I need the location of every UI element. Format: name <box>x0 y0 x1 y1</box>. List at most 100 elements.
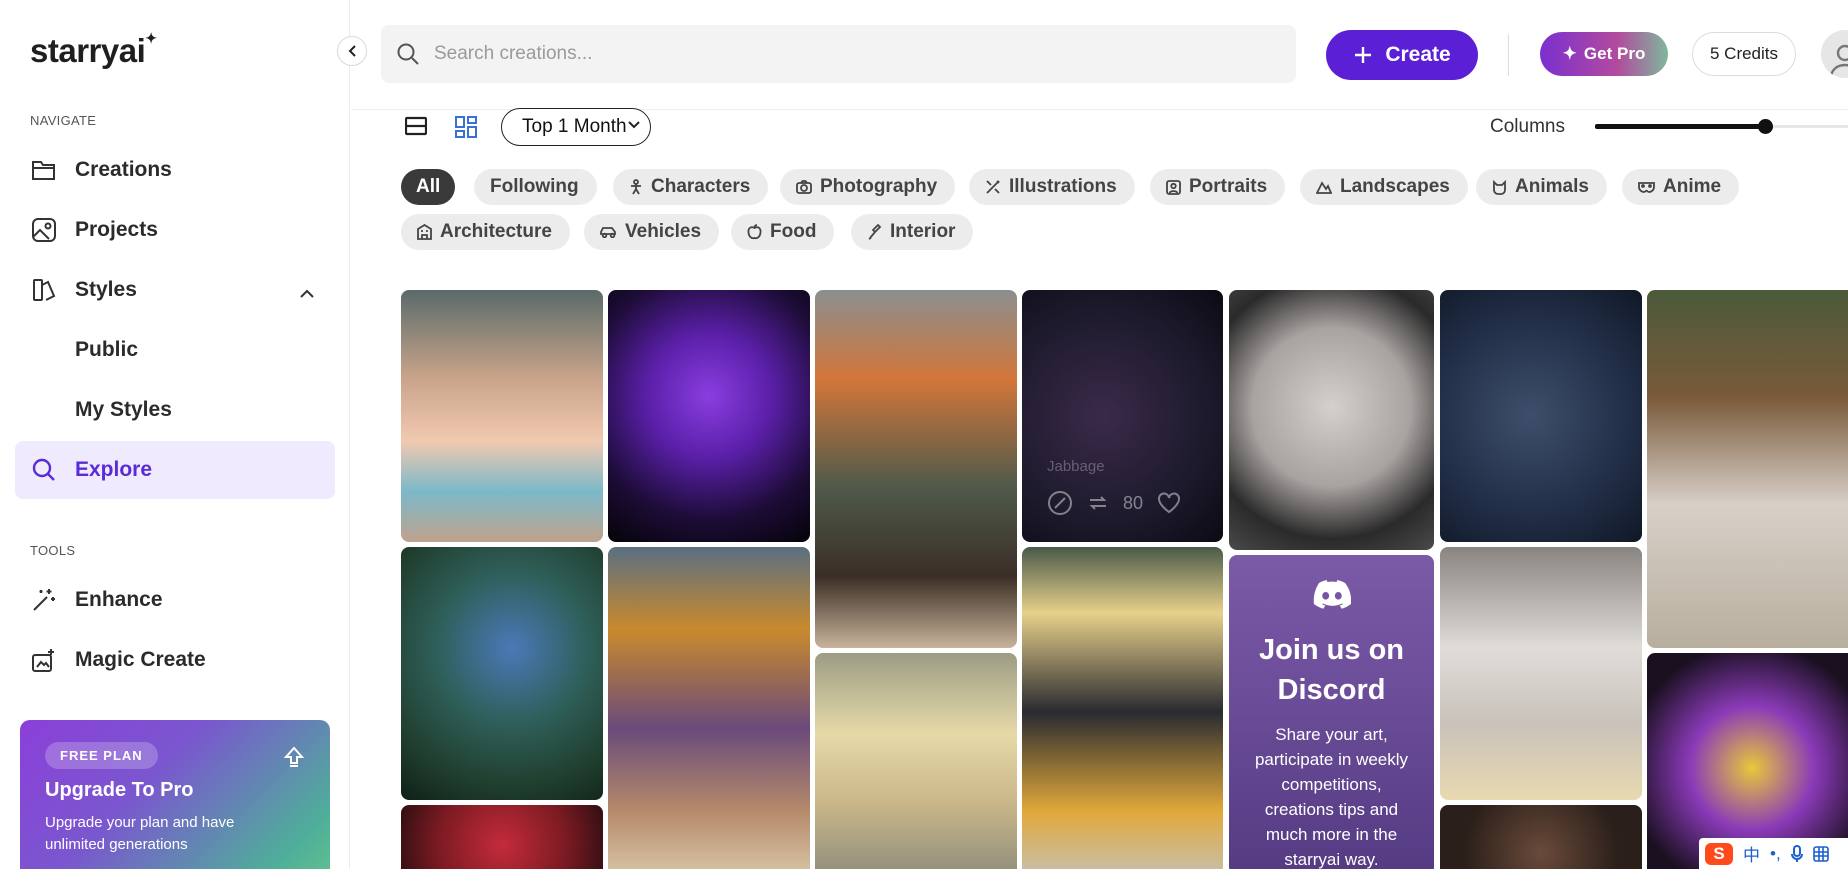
filter-chip-illustrations[interactable]: Illustrations <box>969 169 1135 205</box>
sidebar-item-public[interactable]: Public <box>15 321 335 379</box>
gallery-image-anime-catgirl[interactable] <box>401 290 603 542</box>
building-icon <box>417 224 432 240</box>
logo-text: starryai <box>30 32 146 69</box>
cat-icon <box>1493 179 1506 195</box>
apple-icon <box>747 224 762 240</box>
filter-chip-architecture[interactable]: Architecture <box>401 214 570 250</box>
mask-icon <box>1638 182 1655 193</box>
chip-label: Photography <box>820 176 938 197</box>
sidebar-item-magic-create[interactable]: Magic Create <box>15 631 335 689</box>
punctuation-icon[interactable]: •, <box>1770 844 1781 864</box>
sidebar-item-label: Projects <box>75 218 158 241</box>
sidebar-item-enhance[interactable]: Enhance <box>15 571 335 629</box>
credits-button[interactable]: 5 Credits <box>1692 32 1796 76</box>
mountain-icon <box>1316 181 1332 194</box>
microphone-icon[interactable] <box>1790 844 1803 863</box>
brush-icon <box>986 180 1000 194</box>
gallery-image-orchid-branch[interactable] <box>1440 290 1642 542</box>
filter-chip-anime[interactable]: Anime <box>1622 169 1740 205</box>
collapse-sidebar-button[interactable] <box>337 36 367 66</box>
get-pro-button[interactable]: ✦ Get Pro <box>1540 32 1668 76</box>
remix-icon[interactable] <box>1087 492 1109 514</box>
gallery-image-purple-flower[interactable] <box>608 290 810 542</box>
ime-toolbar[interactable]: S 中 •, <box>1699 838 1848 869</box>
chip-label: Illustrations <box>1009 176 1117 197</box>
search-bar[interactable] <box>381 25 1296 83</box>
upgrade-card[interactable]: FREE PLAN Upgrade To Pro Upgrade your pl… <box>20 720 330 869</box>
create-label: Create <box>1385 43 1451 66</box>
chip-label: Food <box>770 221 817 242</box>
gallery-image-blonde-portrait[interactable] <box>815 653 1017 869</box>
chip-label: Landscapes <box>1340 176 1450 197</box>
filter-chip-interior[interactable]: Interior <box>851 214 974 250</box>
sidebar-item-explore[interactable]: Explore <box>15 441 335 499</box>
upgrade-title: Upgrade To Pro <box>45 779 194 801</box>
list-view-button[interactable] <box>404 116 428 141</box>
filter-chip-following[interactable]: Following <box>474 169 597 205</box>
search-icon <box>397 43 419 65</box>
gallery-image-sandwich-woman[interactable] <box>1022 547 1223 869</box>
columns-label: Columns <box>1490 116 1565 137</box>
filter-chip-photography[interactable]: Photography <box>780 169 956 205</box>
heart-icon[interactable] <box>1157 492 1181 514</box>
grid-view-button[interactable] <box>454 115 478 144</box>
columns-slider[interactable] <box>1595 119 1848 134</box>
navigate-section-label: NAVIGATE <box>30 113 97 128</box>
tile-hover-label: Jabbage <box>1047 458 1105 475</box>
gallery-image-pink-blossom[interactable]: Jabbage 80 <box>1022 290 1223 542</box>
sidebar-item-creations[interactable]: Creations <box>15 141 335 199</box>
top-bar: Create ✦ Get Pro 5 Credits <box>351 0 1848 110</box>
sidebar-item-label: Public <box>75 338 139 361</box>
gallery-image-sleeping-girl[interactable] <box>1440 547 1642 800</box>
use-style-icon[interactable] <box>1047 490 1073 516</box>
search-input[interactable] <box>434 43 1234 65</box>
upgrade-description: Upgrade your plan and have unlimited gen… <box>45 814 235 853</box>
sidebar-item-label: Enhance <box>75 588 163 611</box>
chip-label: Interior <box>890 221 956 242</box>
filter-chip-food[interactable]: Food <box>731 214 835 250</box>
filter-chip-animals[interactable]: Animals <box>1476 169 1607 205</box>
chevron-down-icon <box>628 121 640 129</box>
gallery-image-forest-woman[interactable] <box>1647 290 1848 648</box>
avatar[interactable] <box>1821 30 1848 78</box>
gallery-image-passion-flower[interactable] <box>1647 653 1848 869</box>
gallery-image-spaghetti-girl[interactable] <box>815 290 1017 648</box>
user-icon <box>1829 44 1848 78</box>
sidebar-item-label: Styles <box>75 278 137 301</box>
chip-label: Anime <box>1663 176 1722 197</box>
chip-label: Vehicles <box>625 221 702 242</box>
app-logo[interactable]: starryai✦ <box>30 30 157 70</box>
chip-label: All <box>416 176 441 197</box>
create-button[interactable]: Create <box>1326 30 1478 80</box>
filter-chip-vehicles[interactable]: Vehicles <box>584 214 720 250</box>
filter-chip-landscapes[interactable]: Landscapes <box>1300 169 1468 205</box>
sidebar-item-my-styles[interactable]: My Styles <box>15 381 335 439</box>
filter-chip-all[interactable]: All <box>401 169 456 205</box>
gallery-image-helmet-girl[interactable] <box>608 547 810 869</box>
columns-slider-thumb[interactable] <box>1757 119 1773 134</box>
discord-promo-card[interactable]: Join us on Discord Share your art, parti… <box>1229 555 1434 869</box>
filter-chip-characters[interactable]: Characters <box>613 169 769 205</box>
ime-logo-icon: S <box>1705 842 1733 865</box>
sidebar-item-styles[interactable]: Styles <box>15 261 335 319</box>
filter-chip-portraits[interactable]: Portraits <box>1150 169 1286 205</box>
camera-icon <box>796 180 812 194</box>
list-view-icon <box>404 116 428 136</box>
chip-label: Animals <box>1515 176 1589 197</box>
gallery-image-blue-hair-girl[interactable] <box>401 547 603 800</box>
keyboard-grid-icon[interactable] <box>1812 845 1829 862</box>
ime-language[interactable]: 中 <box>1743 841 1760 866</box>
sidebar-item-label: Magic Create <box>75 648 206 671</box>
chip-label: Portraits <box>1189 176 1268 197</box>
gallery-image-dark-bob-portrait[interactable] <box>1229 290 1434 550</box>
folder-icon <box>30 156 58 184</box>
sidebar: starryai✦ NAVIGATE Creations Projects St… <box>0 0 350 869</box>
gallery-image-creature[interactable] <box>1440 805 1642 869</box>
sidebar-item-projects[interactable]: Projects <box>15 201 335 259</box>
portrait-icon <box>1166 179 1181 195</box>
image-icon <box>30 216 58 244</box>
chip-label: Following <box>490 176 579 197</box>
gallery-image-strawberry[interactable] <box>401 805 603 869</box>
chevron-up-icon[interactable] <box>299 281 315 305</box>
period-select[interactable]: Top 1 Month <box>501 108 651 146</box>
